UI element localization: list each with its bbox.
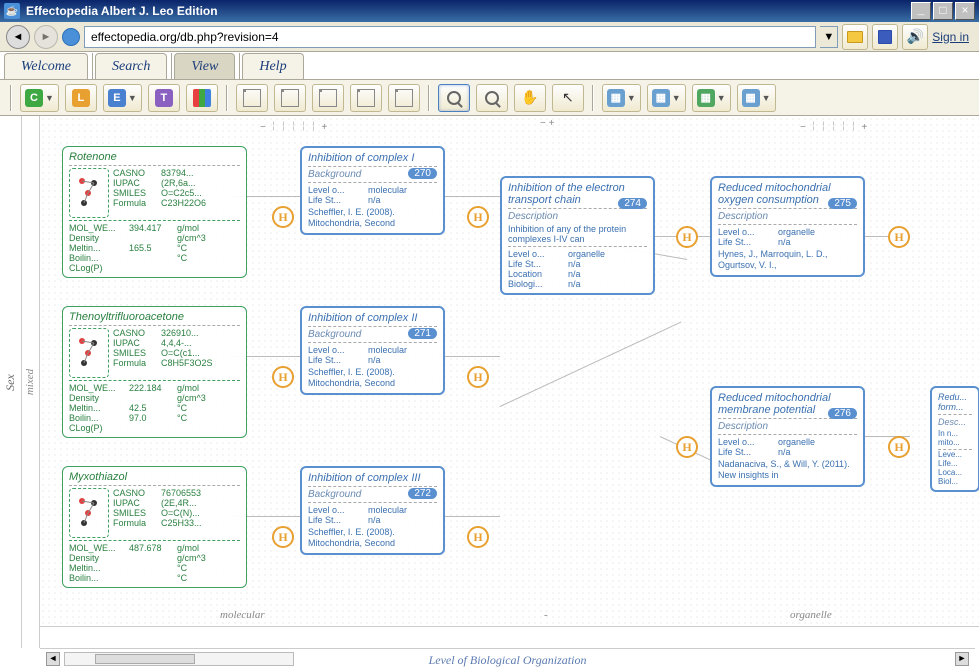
h-linker[interactable]: H (676, 226, 698, 248)
main-tabs: Welcome Search View Help (0, 52, 979, 80)
scroll-thumb[interactable] (95, 654, 195, 664)
x-label-divider: - (544, 609, 548, 621)
scroll-left[interactable]: ◄ (46, 652, 60, 666)
h-linker[interactable]: H (272, 366, 294, 388)
h-linker[interactable]: H (467, 206, 489, 228)
molecule-icon (74, 173, 104, 213)
y-axis-2: mixed (22, 116, 40, 648)
app-icon: ☕ (4, 3, 20, 19)
tab-view[interactable]: View (174, 53, 235, 79)
grid-button[interactable] (186, 84, 218, 112)
view-toolbar: C▼ L E▼ T ✋ ↖ ▦▼ ▦▼ ▦▼ ▦▼ (0, 80, 979, 116)
h-linker[interactable]: H (888, 436, 910, 458)
folder-icon (847, 31, 863, 43)
inhibition-node[interactable]: Inhibition of complex II271 Background L… (300, 306, 445, 395)
grid-icon (193, 89, 211, 107)
x-label-molecular: molecular (220, 609, 265, 621)
view1-button[interactable]: ▦▼ (602, 84, 641, 112)
layout-icon (243, 89, 261, 107)
pan-button[interactable]: ✋ (514, 84, 546, 112)
l-button[interactable]: L (65, 84, 97, 112)
inhibition-node[interactable]: Inhibition of complex I270 Background Le… (300, 146, 445, 235)
minimize-button[interactable]: _ (911, 2, 931, 20)
open-folder-button[interactable] (842, 24, 868, 50)
effect-node[interactable]: Reduced mitochondrial oxygen consumption… (710, 176, 865, 277)
layout-icon (281, 89, 299, 107)
t-button[interactable]: T (148, 84, 180, 112)
y-axis: Sex (0, 116, 22, 648)
x-axis-title: Level of Biological Organization (429, 653, 587, 668)
zoom-out-icon (485, 91, 499, 105)
title-bar: ☕ Effectopedia Albert J. Leo Edition _ □… (0, 0, 979, 22)
chem-node[interactable]: Rotenone CASNO83794...IUPAC(2R,6a...SMIL… (62, 146, 247, 278)
e-button[interactable]: E▼ (103, 84, 142, 112)
window-title: Effectopedia Albert J. Leo Edition (26, 4, 911, 18)
c-button[interactable]: C▼ (20, 84, 59, 112)
layout-icon (319, 89, 337, 107)
maximize-button[interactable]: □ (933, 2, 953, 20)
close-button[interactable]: × (955, 2, 975, 20)
pointer-button[interactable]: ↖ (552, 84, 584, 112)
back-button[interactable]: ◄ (6, 25, 30, 49)
layout4-button[interactable] (350, 84, 382, 112)
save-button[interactable] (872, 24, 898, 50)
effect-node[interactable]: Reduced mitochondrial membrane potential… (710, 386, 865, 487)
chem-node[interactable]: Myxothiazol CASNO76706553IUPAC(2E,4R...S… (62, 466, 247, 588)
forward-button[interactable]: ► (34, 25, 58, 49)
inhibition-node[interactable]: Inhibition of complex III272 Background … (300, 466, 445, 555)
h-linker[interactable]: H (467, 526, 489, 548)
sign-in-link[interactable]: Sign in (932, 30, 969, 44)
h-linker[interactable]: H (676, 436, 698, 458)
view4-button[interactable]: ▦▼ (737, 84, 776, 112)
layout5-button[interactable] (388, 84, 420, 112)
view3-button[interactable]: ▦▼ (692, 84, 731, 112)
url-input[interactable] (84, 26, 816, 48)
ruler: − ￤￤￤￤￤ + − + − ￤￤￤￤￤ + (40, 118, 979, 134)
molecule-icon (74, 333, 104, 373)
layout2-button[interactable] (274, 84, 306, 112)
scroll-track[interactable] (64, 652, 294, 666)
h-linker[interactable]: H (467, 366, 489, 388)
node-partial[interactable]: Redu... form... Desc... In n... mito... … (930, 386, 979, 492)
globe-icon (62, 28, 80, 46)
sound-button[interactable]: 🔊 (902, 24, 928, 50)
tab-welcome[interactable]: Welcome (4, 53, 88, 79)
view2-button[interactable]: ▦▼ (647, 84, 686, 112)
pointer-icon: ↖ (562, 89, 574, 106)
address-bar: ◄ ► ▼ 🔊 Sign in (0, 22, 979, 52)
h-linker[interactable]: H (272, 526, 294, 548)
tab-help[interactable]: Help (242, 53, 303, 79)
canvas-area: Sex mixed − ￤￤￤￤￤ + − + − ￤￤￤￤￤ + Roteno… (0, 116, 979, 670)
layout1-button[interactable] (236, 84, 268, 112)
zoom-out-button[interactable] (476, 84, 508, 112)
zoom-in-button[interactable] (438, 84, 470, 112)
tab-search[interactable]: Search (95, 53, 167, 79)
layout-icon (395, 89, 413, 107)
h-linker[interactable]: H (272, 206, 294, 228)
chem-node[interactable]: Thenoyltrifluoroacetone CASNO326910...IU… (62, 306, 247, 438)
molecule-icon (74, 493, 104, 533)
hand-icon: ✋ (521, 89, 538, 106)
x-label-organelle: organelle (790, 609, 832, 621)
node-electron-transport[interactable]: Inhibition of the electron transport cha… (500, 176, 655, 295)
layout-icon (357, 89, 375, 107)
url-dropdown[interactable]: ▼ (820, 26, 838, 48)
h-linker[interactable]: H (888, 226, 910, 248)
zoom-in-icon (447, 91, 461, 105)
sound-icon: 🔊 (907, 28, 924, 45)
scroll-right[interactable]: ► (955, 652, 969, 666)
save-icon (878, 30, 892, 44)
layout3-button[interactable] (312, 84, 344, 112)
